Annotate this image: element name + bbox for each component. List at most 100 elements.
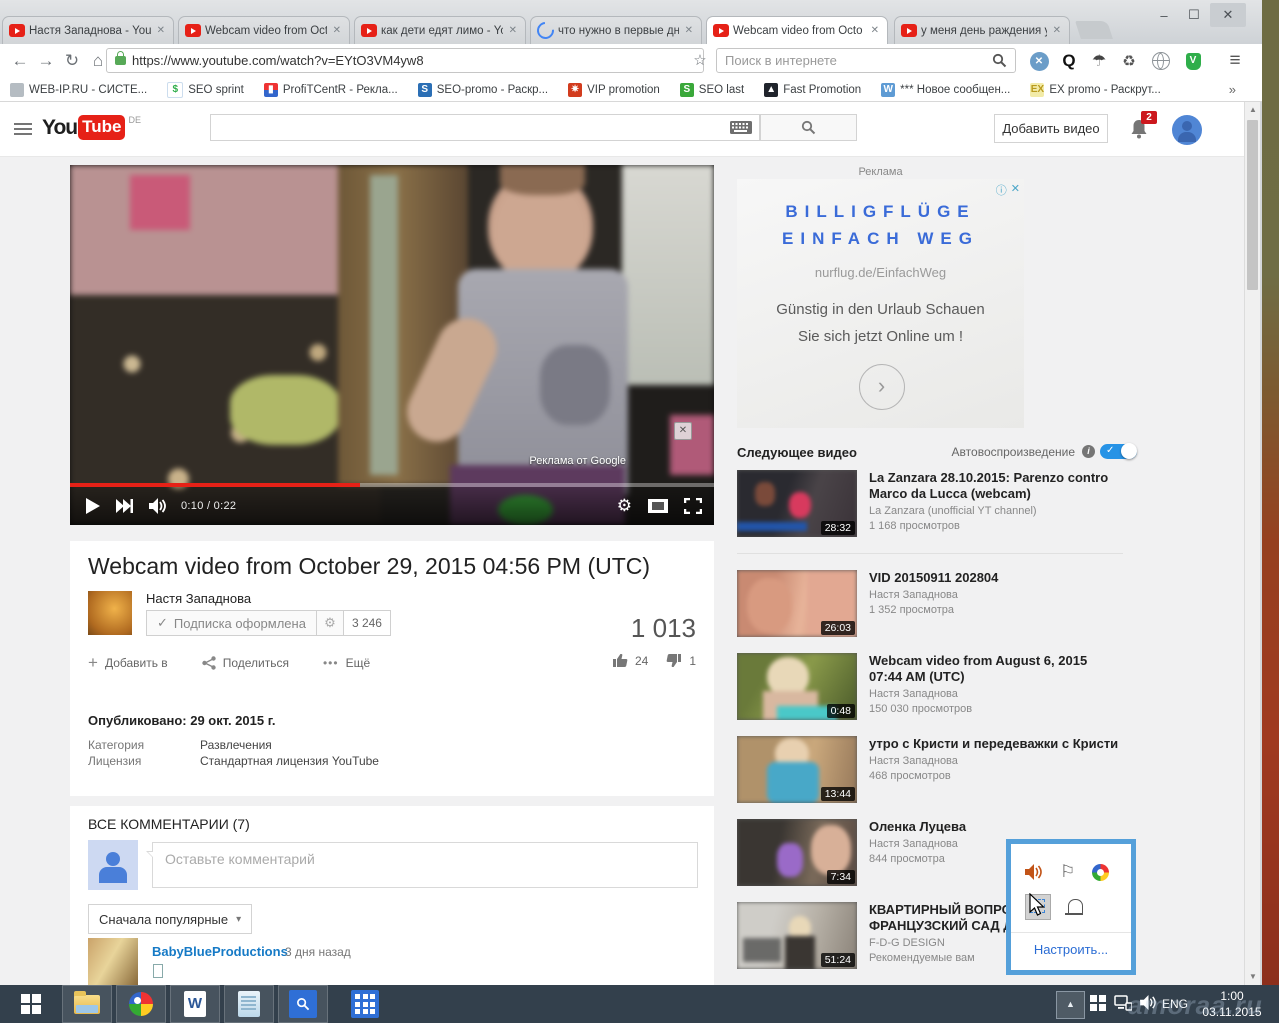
url-text[interactable]: https://www.youtube.com/watch?v=EYtO3VM4…	[132, 53, 424, 68]
taskbar-search[interactable]	[278, 985, 328, 1023]
comment-author[interactable]: BabyBlueProductions	[152, 944, 288, 959]
search-icon[interactable]	[992, 53, 1007, 68]
ad-url[interactable]: nurflug.de/EinfachWeg	[737, 265, 1024, 280]
https-lock-icon[interactable]	[115, 51, 126, 65]
volume-icon[interactable]	[149, 498, 167, 514]
taskbar-notepad[interactable]	[224, 985, 274, 1023]
show-hidden-icons-button[interactable]: ▲	[1056, 991, 1085, 1019]
bookmark-star-icon[interactable]: ☆	[688, 44, 712, 78]
channel-avatar[interactable]	[88, 591, 132, 635]
channel-name[interactable]: Настя Западнова	[146, 591, 251, 606]
bookmark-item[interactable]: W *** Новое сообщен...	[881, 82, 1010, 97]
bookmarks-overflow-button[interactable]: »	[1229, 82, 1236, 97]
theater-mode-icon[interactable]	[648, 499, 668, 513]
scroll-up-arrow[interactable]: ▲	[1245, 102, 1261, 118]
window-close-button[interactable]: ✕	[1210, 3, 1246, 27]
video-title[interactable]: La Zanzara 28.10.2015: Parenzo contro Ma…	[869, 470, 1123, 502]
browser-search-box[interactable]: Поиск в интернете	[716, 48, 1016, 73]
player-ad-close-icon[interactable]: ✕	[674, 422, 692, 440]
taskbar-browser[interactable]	[116, 985, 166, 1023]
video-player[interactable]: ✕ Реклама от Google 0:10 / 0:22 ⚙	[70, 165, 714, 525]
settings-gear-icon[interactable]: ⚙	[617, 496, 632, 516]
user-avatar[interactable]	[1172, 115, 1202, 145]
youtube-search-button[interactable]	[760, 114, 857, 141]
play-button[interactable]	[86, 498, 100, 514]
browser-tab[interactable]: Настя Западнова - YouT ✕	[2, 16, 174, 44]
tab-close-icon[interactable]: ✕	[155, 25, 167, 36]
suggested-video[interactable]: 26:03 VID 20150911 202804 Настя Западнова…	[737, 570, 1123, 637]
window-maximize-button[interactable]: ☐	[1180, 3, 1208, 27]
flag-icon[interactable]: ⚐	[1060, 862, 1075, 882]
page-scrollbar[interactable]: ▲ ▼	[1244, 102, 1260, 985]
suggested-video[interactable]: 28:32 La Zanzara 28.10.2015: Parenzo con…	[737, 470, 1123, 537]
address-bar[interactable]: https://www.youtube.com/watch?v=EYtO3VM4…	[106, 48, 704, 73]
bookmark-item[interactable]: ▮ ProfiTCentR - Рекла...	[263, 82, 398, 97]
window-minimize-button[interactable]: –	[1150, 3, 1178, 27]
suggested-video[interactable]: 13:44 утро с Кристи и передеважки с Крис…	[737, 736, 1123, 803]
reload-button[interactable]: ↻	[60, 44, 84, 78]
autoplay-info-icon[interactable]: i	[1082, 445, 1095, 458]
browser-tab[interactable]: как дети едят лимо - Yo ✕	[354, 16, 526, 44]
add-to-button[interactable]: + Добавить в	[88, 653, 168, 673]
tray-windows-icon[interactable]	[1090, 995, 1106, 1011]
customize-link[interactable]: Настроить...	[1011, 942, 1131, 957]
tab-close-icon[interactable]: ✕	[507, 25, 519, 36]
video-thumbnail[interactable]: 26:03	[737, 570, 857, 637]
comment-input[interactable]: Оставьте комментарий	[146, 842, 698, 888]
video-title[interactable]: утро с Кристи и передеважки с Кристи	[869, 736, 1123, 752]
extension-icon-globe[interactable]	[1148, 44, 1174, 78]
browser-tab[interactable]: у меня день раждения у ✕	[894, 16, 1070, 44]
bookmark-item[interactable]: EX EX promo - Раскрут...	[1030, 82, 1161, 97]
bookmark-item[interactable]: $ SEO sprint	[167, 81, 244, 98]
browser-tab[interactable]: Webcam video from Octo ✕	[178, 16, 350, 44]
video-title[interactable]: Webcam video from August 6, 2015 07:44 A…	[869, 653, 1123, 685]
dislike-button[interactable]: 1	[666, 653, 696, 668]
extension-icon-bookmarks[interactable]: ✕	[1026, 44, 1052, 78]
bookmark-item[interactable]: S SEO-promo - Раскр...	[417, 82, 548, 97]
bookmark-item[interactable]: ✷ VIP promotion	[568, 82, 660, 97]
hamburger-menu-icon[interactable]	[14, 123, 32, 125]
video-thumbnail[interactable]: 7:34	[737, 819, 857, 886]
browser-tab[interactable]: что нужно в первые дн ✕	[530, 16, 702, 44]
video-thumbnail[interactable]: 51:24	[737, 902, 857, 969]
suggested-video[interactable]: 0:48 Webcam video from August 6, 2015 07…	[737, 653, 1123, 720]
extension-icon-search[interactable]: Q	[1056, 44, 1082, 78]
tab-close-icon[interactable]: ✕	[683, 25, 695, 36]
new-tab-button[interactable]	[1075, 21, 1113, 39]
tab-close-icon[interactable]: ✕	[331, 25, 343, 36]
bell-tray-icon[interactable]	[1065, 898, 1083, 915]
taskbar-file-explorer[interactable]	[62, 985, 112, 1023]
back-button[interactable]: ←	[8, 44, 32, 78]
youtube-search-input[interactable]	[210, 114, 760, 141]
taskbar-apps-grid[interactable]	[340, 985, 390, 1023]
subscribed-button[interactable]: ✓ Подписка оформлена	[146, 610, 317, 636]
taskbar-word[interactable]: W	[170, 985, 220, 1023]
autoplay-toggle[interactable]: ✓	[1100, 443, 1137, 459]
more-button[interactable]: ••• Ещё	[323, 656, 370, 670]
category-value[interactable]: Развлечения	[200, 738, 272, 752]
like-button[interactable]: 24	[612, 653, 648, 668]
comments-sort-button[interactable]: Сначала популярные ▾	[88, 904, 253, 934]
ad-close-icon[interactable]: ✕	[1011, 182, 1020, 198]
bookmark-item[interactable]: ▲ Fast Promotion	[764, 82, 861, 97]
youtube-logo[interactable]: You Tube DE	[42, 115, 141, 141]
video-title[interactable]: VID 20150911 202804	[869, 570, 1123, 586]
volume-tray-icon[interactable]	[1025, 864, 1043, 880]
scrollbar-thumb[interactable]	[1247, 120, 1258, 290]
fullscreen-icon[interactable]	[684, 498, 702, 514]
extension-icon-umbrella[interactable]: ☂	[1086, 44, 1112, 78]
ad-arrow-button[interactable]: ›	[858, 364, 905, 410]
upload-video-button[interactable]: Добавить видео	[994, 114, 1108, 143]
start-button[interactable]	[6, 985, 56, 1023]
video-thumbnail[interactable]: 28:32	[737, 470, 857, 537]
browser-menu-button[interactable]: ≡	[1222, 44, 1248, 78]
subscription-settings-icon[interactable]: ⚙	[316, 610, 344, 636]
extension-icon-shield[interactable]: V	[1180, 44, 1206, 78]
video-title[interactable]: Оленка Луцева	[869, 819, 1123, 835]
keyboard-icon[interactable]	[730, 121, 752, 134]
share-button[interactable]: Поделиться	[201, 656, 289, 670]
video-thumbnail[interactable]: 0:48	[737, 653, 857, 720]
tab-close-icon[interactable]: ✕	[1051, 25, 1063, 36]
bookmark-item[interactable]: S SEO last	[679, 82, 744, 97]
scroll-down-arrow[interactable]: ▼	[1245, 969, 1261, 985]
